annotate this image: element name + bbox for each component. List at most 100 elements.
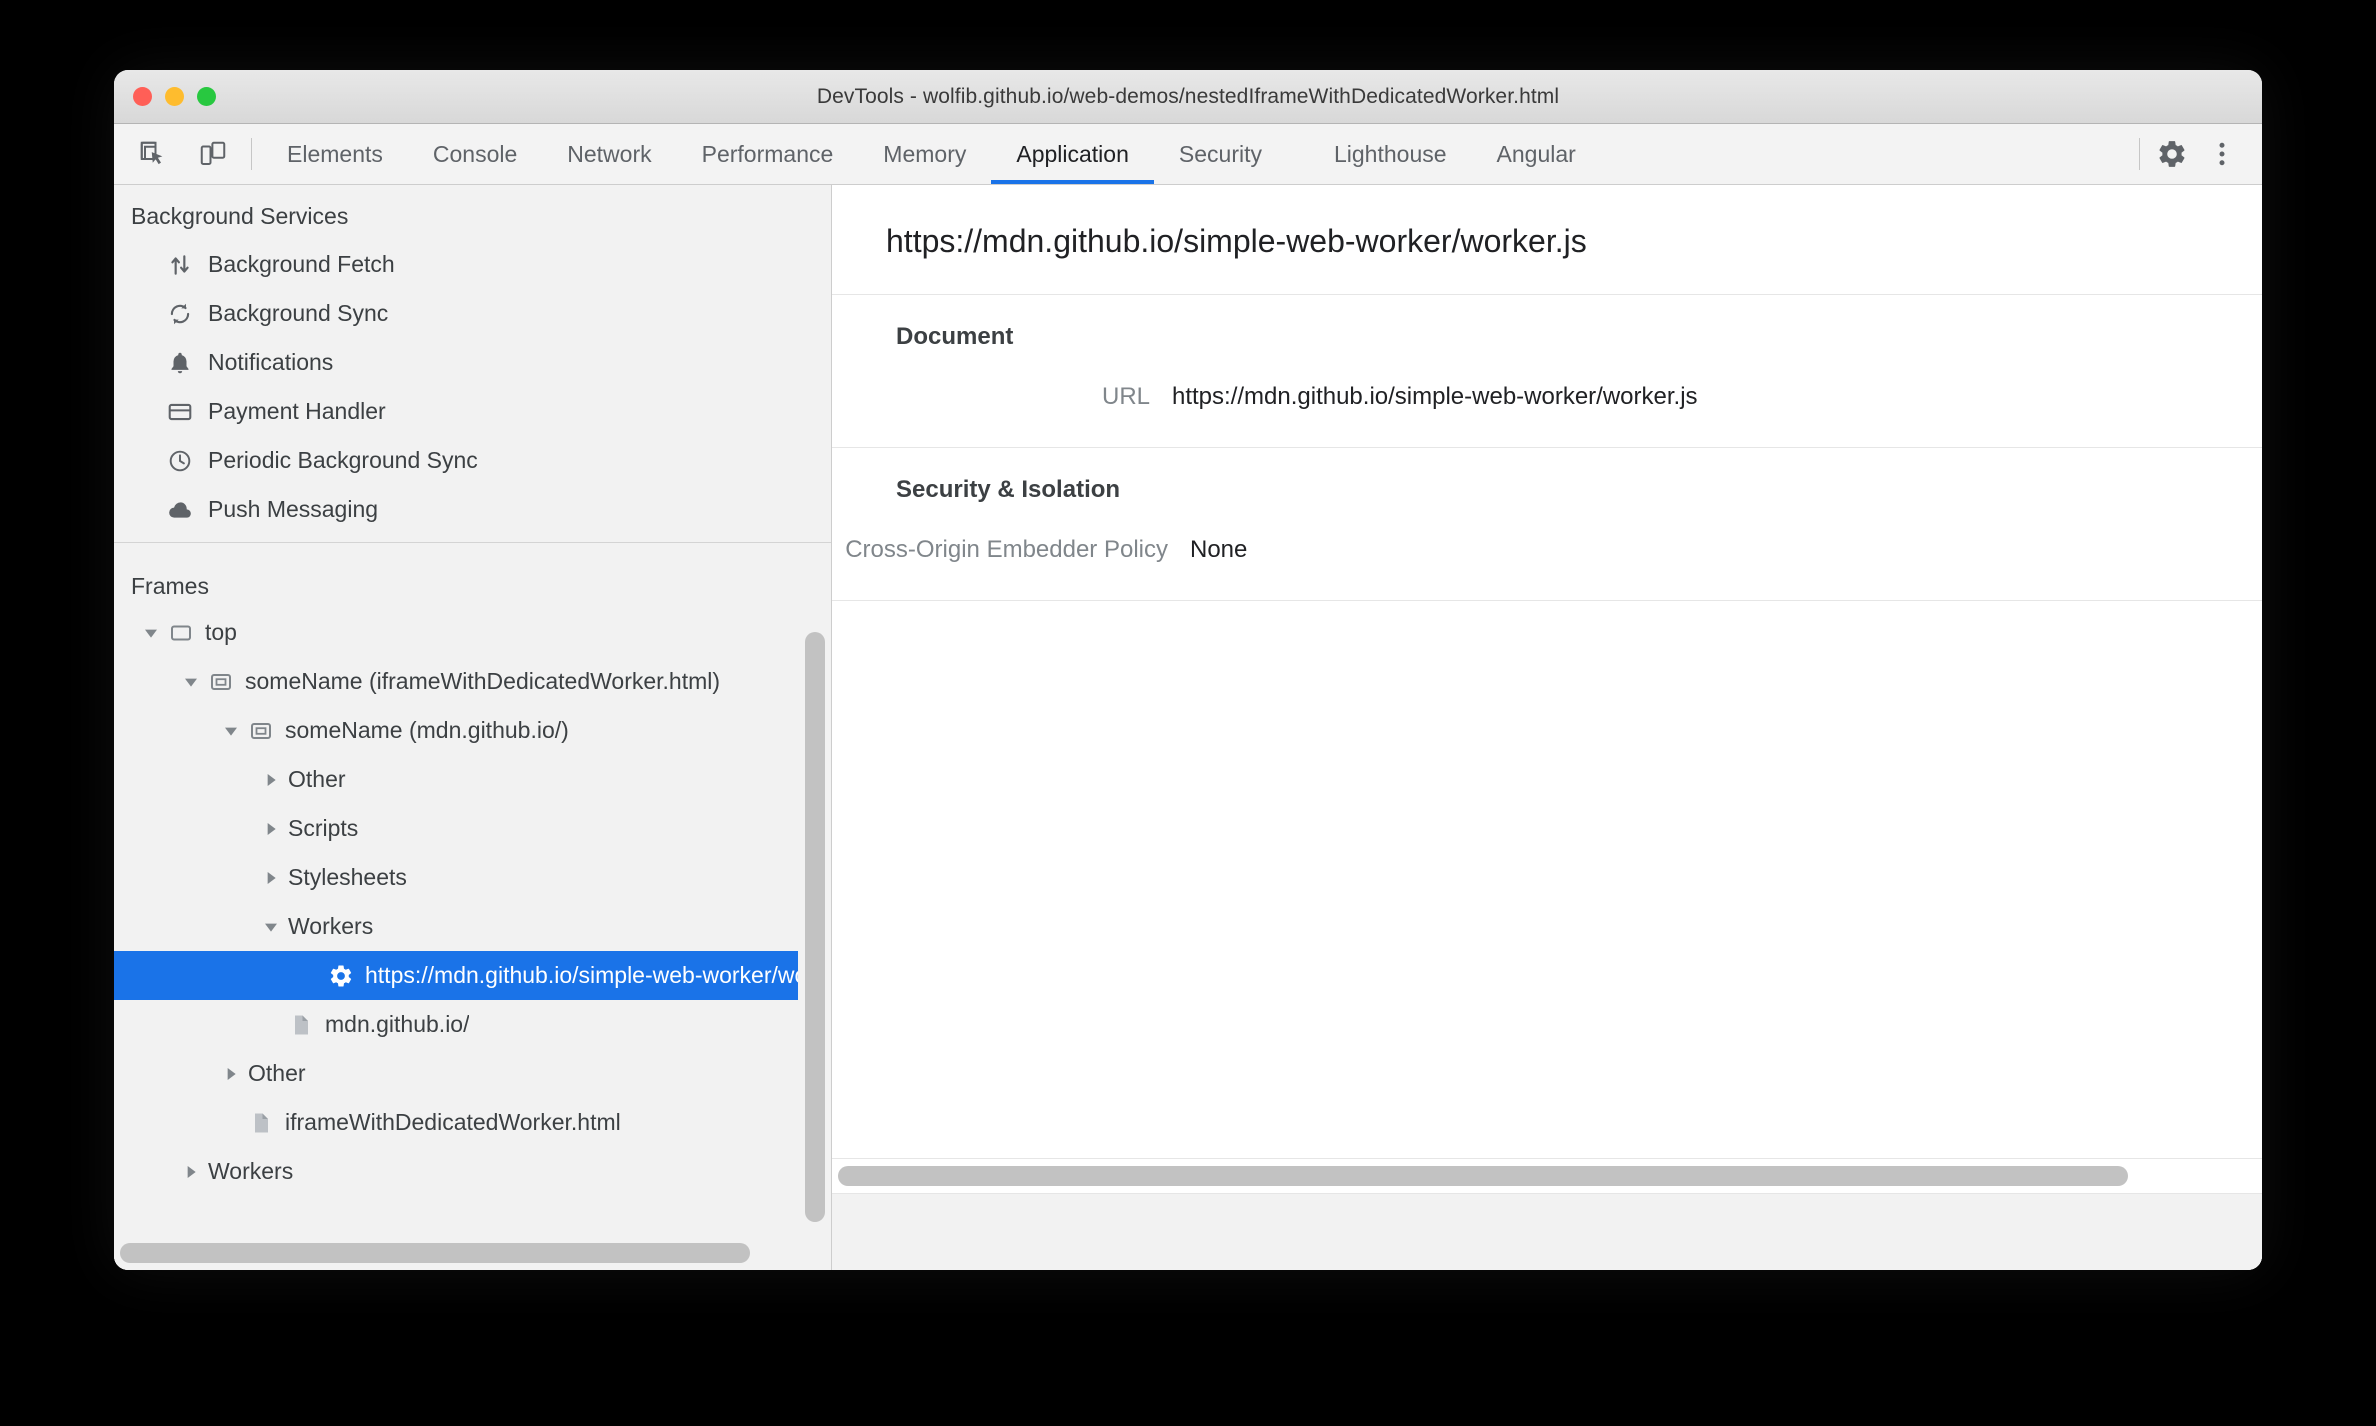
document-group-title: Document (896, 323, 1014, 350)
window-titlebar: DevTools - wolfib.github.io/web-demos/ne… (114, 70, 2262, 124)
chevron-right-icon[interactable] (220, 1063, 242, 1085)
window-title: DevTools - wolfib.github.io/web-demos/ne… (816, 84, 1560, 108)
kebab-menu-icon (2219, 142, 2225, 166)
iframe-icon (248, 718, 274, 744)
toolbar-right-icons (2150, 124, 2262, 184)
frames-section: Frames top someName (iframeWithDedicated… (114, 555, 831, 1270)
frames-title: Frames (131, 573, 209, 599)
sidebar-item-label: Push Messaging (208, 496, 379, 522)
document-url-value[interactable]: https://mdn.github.io/simple-web-worker/… (1172, 383, 1698, 411)
frames-horizontal-scroll-thumb[interactable] (120, 1243, 750, 1263)
coep-key: Cross-Origin Embedder Policy (845, 536, 1168, 563)
chevron-down-icon[interactable] (180, 671, 202, 693)
frame-details-scroll: https://mdn.github.io/simple-web-worker/… (832, 185, 2262, 1158)
tree-row-stylesheets[interactable]: Stylesheets (114, 853, 831, 902)
tree-row-iframe-inner[interactable]: someName (mdn.github.io/) (114, 706, 831, 755)
background-sync-icon (166, 300, 194, 328)
tree-row-workers-top[interactable]: Workers (114, 1147, 831, 1196)
panel-title: https://mdn.github.io/simple-web-worker/… (832, 185, 2262, 295)
frames-tree[interactable]: top someName (iframeWithDedicatedWorker.… (114, 608, 831, 1236)
inspect-element-icon (140, 141, 163, 165)
chevron-down-icon[interactable] (260, 916, 282, 938)
tab-security[interactable]: Security (1154, 124, 1287, 184)
sidebar-item-label: Background Sync (208, 300, 389, 326)
tab-label: Network (567, 140, 652, 167)
sidebar-divider (114, 542, 831, 543)
tab-label: Lighthouse (1333, 140, 1447, 167)
chevron-right-icon[interactable] (180, 1161, 202, 1183)
toolbar-left-icons (131, 124, 249, 184)
chevron-right-icon[interactable] (260, 867, 282, 889)
background-fetch-icon (166, 251, 194, 279)
chevron-down-icon[interactable] (220, 720, 242, 742)
tab-label: Performance (701, 140, 834, 167)
minimize-button[interactable] (165, 87, 184, 106)
document-url-row: URL https://mdn.github.io/simple-web-wor… (832, 377, 2262, 417)
coep-row: Cross-Origin Embedder Policy None (832, 530, 2262, 570)
device-toolbar-button[interactable] (191, 132, 235, 176)
panel-tabs: Elements Console Network Performance Mem… (262, 124, 2137, 184)
panel-empty-area (832, 601, 2262, 1158)
tab-elements[interactable]: Elements (262, 124, 408, 184)
sidebar-item-background-sync[interactable]: Background Sync (114, 289, 831, 338)
tree-row-label: Other (288, 766, 346, 792)
tree-row-label: someName (iframeWithDedicatedWorker.html… (245, 668, 721, 694)
frames-vertical-scroll-thumb[interactable] (805, 632, 825, 1222)
sidebar-item-background-fetch[interactable]: Background Fetch (114, 240, 831, 289)
security-isolation-group-title: Security & Isolation (896, 476, 1121, 503)
tree-row-label: Stylesheets (288, 864, 407, 890)
panel-horizontal-scroll-thumb[interactable] (838, 1166, 2128, 1186)
tab-application[interactable]: Application (991, 124, 1154, 184)
document-url-key: URL (1101, 383, 1150, 410)
coep-value: None (1190, 536, 1248, 563)
document-icon (248, 1110, 274, 1136)
zoom-button[interactable] (197, 87, 216, 106)
toolbar-right-separator (2139, 138, 2140, 170)
sidebar-item-notifications[interactable]: Notifications (114, 338, 831, 387)
close-button[interactable] (133, 87, 152, 106)
sidebar-item-payment-handler[interactable]: Payment Handler (114, 387, 831, 436)
tree-row-mdn-document[interactable]: mdn.github.io/ (114, 1000, 831, 1049)
chevron-right-icon[interactable] (260, 769, 282, 791)
sidebar-item-label: Payment Handler (208, 398, 386, 424)
inspect-element-button[interactable] (131, 132, 175, 176)
tab-performance[interactable]: Performance (677, 124, 859, 184)
tree-row-top[interactable]: top (114, 608, 831, 657)
tab-label: Console (432, 140, 518, 167)
chevron-right-icon[interactable] (260, 818, 282, 840)
frames-vertical-scrollbar[interactable] (805, 622, 825, 1222)
sidebar-item-push-messaging[interactable]: Push Messaging (114, 485, 831, 534)
desktop-background: DevTools - wolfib.github.io/web-demos/ne… (0, 0, 2376, 1426)
tab-angular[interactable]: Angular (1472, 124, 1601, 184)
panel-bottom-strip (832, 1194, 2262, 1270)
frame-icon (168, 620, 194, 646)
background-services-section: Background Services Background Fetch Bac… (114, 185, 831, 555)
tree-row-other-inner[interactable]: Other (114, 755, 831, 804)
chevron-down-icon[interactable] (140, 622, 162, 644)
tree-row-workers-inner[interactable]: Workers (114, 902, 831, 951)
sidebar-item-label: Background Fetch (208, 251, 395, 277)
tree-row-iframe-document[interactable]: iframeWithDedicatedWorker.html (114, 1098, 831, 1147)
tree-row-label: iframeWithDedicatedWorker.html (285, 1109, 621, 1135)
devtools-window: DevTools - wolfib.github.io/web-demos/ne… (114, 70, 2262, 1270)
panel-horizontal-scrollbar[interactable] (832, 1158, 2262, 1194)
toolbar-separator (251, 138, 252, 170)
frames-horizontal-scrollbar[interactable] (114, 1236, 831, 1270)
tab-memory[interactable]: Memory (858, 124, 991, 184)
settings-button[interactable] (2150, 132, 2194, 176)
tab-label: Application (1016, 140, 1129, 167)
tree-row-iframe-outer[interactable]: someName (iframeWithDedicatedWorker.html… (114, 657, 831, 706)
tab-console[interactable]: Console (408, 124, 542, 184)
document-group: Document URL https://mdn.github.io/simpl… (832, 295, 2262, 448)
more-options-button[interactable] (2200, 132, 2244, 176)
device-toolbar-icon (200, 141, 226, 165)
tree-row-label: https://mdn.github.io/simple-web-worker/… (365, 962, 798, 988)
sidebar-item-periodic-background-sync[interactable]: Periodic Background Sync (114, 436, 831, 485)
application-sidebar: Background Services Background Fetch Bac… (114, 185, 832, 1270)
tab-network[interactable]: Network (542, 124, 676, 184)
tab-lighthouse[interactable]: Lighthouse (1309, 124, 1472, 184)
tree-row-worker-selected[interactable]: https://mdn.github.io/simple-web-worker/… (114, 951, 798, 1000)
tree-row-label: top (205, 619, 237, 645)
tree-row-scripts[interactable]: Scripts (114, 804, 831, 853)
tree-row-other-outer[interactable]: Other (114, 1049, 831, 1098)
